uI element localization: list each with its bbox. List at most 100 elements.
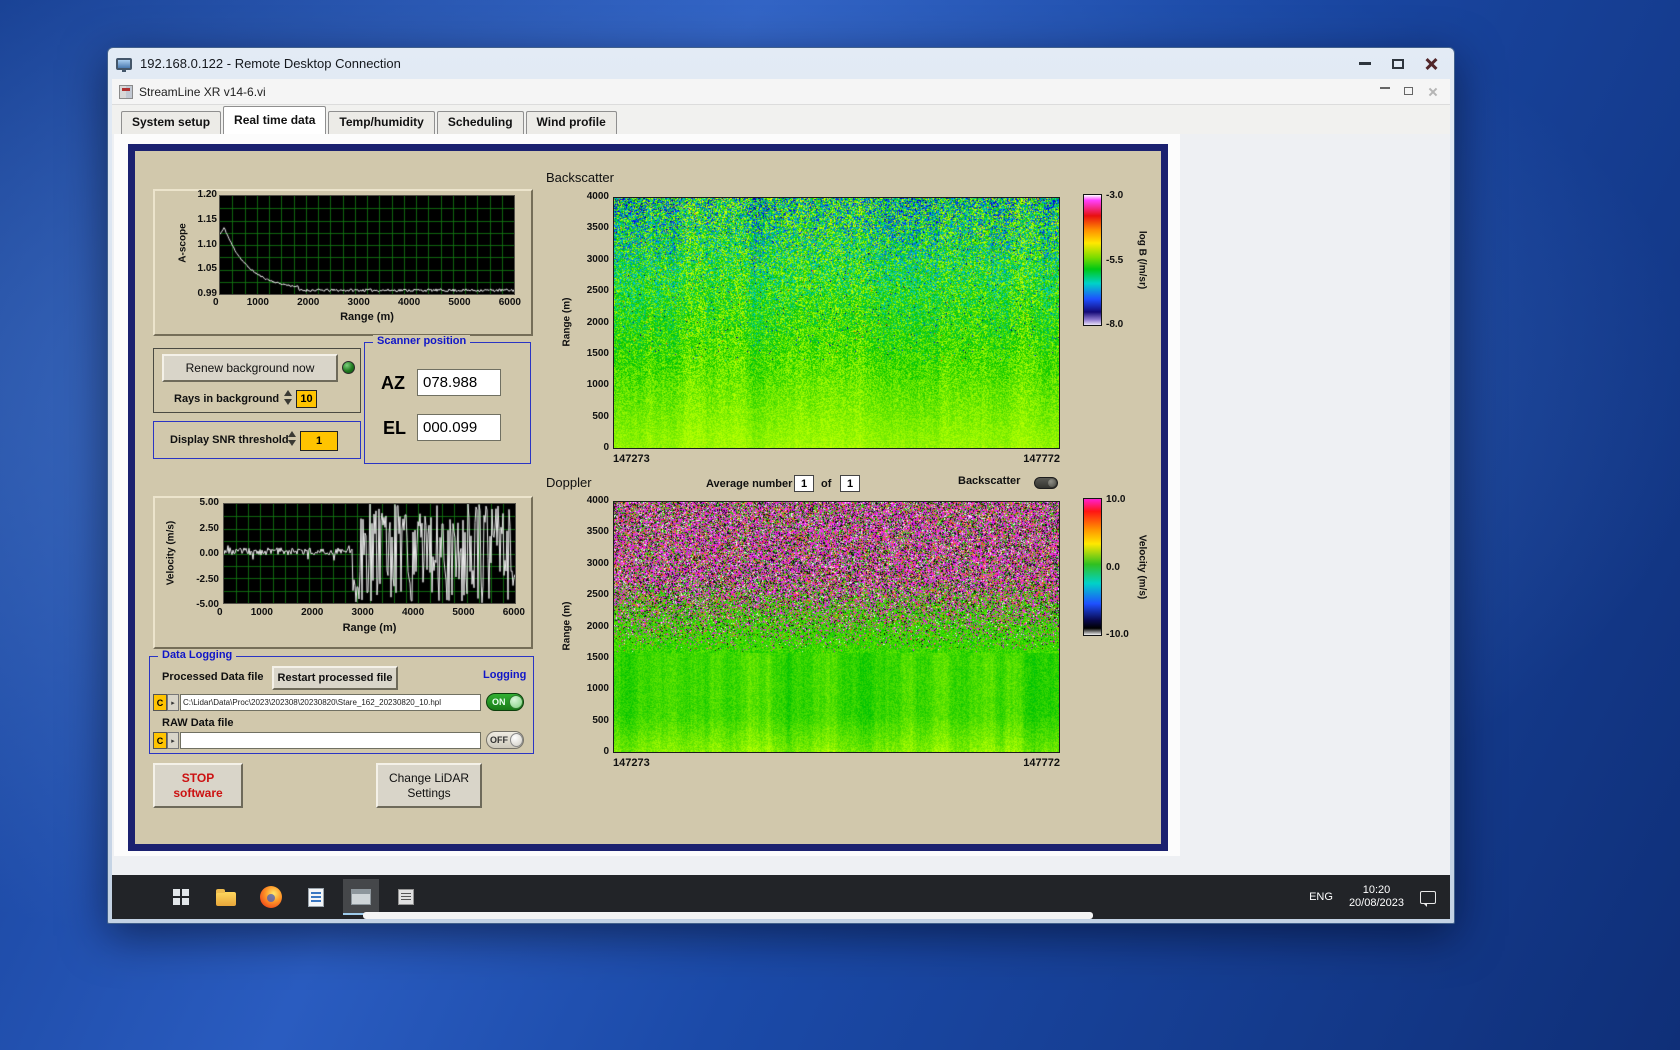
tab-temp-humidity[interactable]: Temp/humidity xyxy=(328,111,435,134)
tick-label: -5.00 xyxy=(196,599,219,610)
tick-label: 3000 xyxy=(351,607,374,618)
maximize-icon xyxy=(1392,58,1404,69)
average-number-label: Average number xyxy=(706,478,793,490)
renew-background-button[interactable]: Renew background now xyxy=(162,354,338,382)
processed-browse-button[interactable]: ▸ xyxy=(167,694,179,711)
scan-app-icon xyxy=(398,889,414,905)
backscatter-y-ticks: 4000 3500 3000 2500 2000 1500 1000 500 0 xyxy=(573,191,609,453)
tab-wind-profile[interactable]: Wind profile xyxy=(525,111,617,134)
ascope-x-axis-label: Range (m) xyxy=(340,311,394,323)
rays-spinner[interactable] xyxy=(284,390,293,405)
clock-time: 10:20 xyxy=(1362,884,1391,896)
logging-label: Logging xyxy=(483,669,527,681)
taskbar-item-streamline[interactable] xyxy=(343,879,379,915)
app-titlebar[interactable]: StreamLine XR v14-6.vi xyxy=(112,79,1450,105)
raw-path-field[interactable] xyxy=(180,732,481,749)
average-number-field[interactable]: 1 xyxy=(794,475,814,492)
tick-label: -10.0 xyxy=(1106,629,1129,640)
snr-value-field[interactable]: 1 xyxy=(300,431,338,451)
tick-label: 1000 xyxy=(586,379,609,391)
el-value-field[interactable]: 000.099 xyxy=(417,414,501,441)
tick-label: 3000 xyxy=(586,557,609,569)
tick-label: 0 xyxy=(603,746,609,757)
processed-drive-box[interactable]: C xyxy=(153,694,167,711)
taskbar-item-file-explorer[interactable] xyxy=(208,879,244,915)
backscatter-display-toggle[interactable] xyxy=(1034,477,1058,489)
tab-system-setup[interactable]: System setup xyxy=(121,111,222,134)
change-lidar-settings-button[interactable]: Change LiDAR Settings xyxy=(376,763,482,808)
velocity-plot-group: Velocity (m/s) 5.00 2.50 0.00 -2.50 -5.0… xyxy=(153,496,533,649)
tick-label: 5000 xyxy=(448,297,471,308)
change-line2: Settings xyxy=(407,785,451,800)
app-close-button[interactable] xyxy=(1427,87,1437,97)
data-logging-title: Data Logging xyxy=(158,649,237,661)
velocity-y-ticks: 5.00 2.50 0.00 -2.50 -5.00 xyxy=(179,497,219,610)
backscatter-colorbar-label: log B (/m/sr) xyxy=(1136,230,1148,290)
rdp-titlebar[interactable]: 192.168.0.122 - Remote Desktop Connectio… xyxy=(108,48,1454,79)
az-value-field[interactable]: 078.988 xyxy=(417,369,501,396)
tick-label: 1500 xyxy=(586,347,609,359)
tick-label: 1000 xyxy=(246,297,269,308)
of-label: of xyxy=(821,478,832,490)
decrement-icon[interactable] xyxy=(284,399,292,405)
taskbar-item-firefox[interactable] xyxy=(253,879,289,915)
taskbar-item-editor[interactable] xyxy=(298,879,334,915)
stop-software-button[interactable]: STOP software xyxy=(153,763,243,808)
tick-label: 2000 xyxy=(586,316,609,328)
notification-icon[interactable] xyxy=(1420,890,1436,907)
ascope-trace-canvas xyxy=(220,196,514,294)
app-window-icon xyxy=(351,889,371,905)
tick-label: -3.0 xyxy=(1106,190,1124,201)
rays-value-field[interactable]: 10 xyxy=(296,390,317,408)
stop-line2: software xyxy=(173,785,223,800)
rdp-minimize-button[interactable] xyxy=(1350,54,1380,74)
app-restore-button[interactable] xyxy=(1404,86,1413,97)
snr-spinner[interactable] xyxy=(288,431,297,446)
restart-processed-file-button[interactable]: Restart processed file xyxy=(272,666,398,690)
velocity-plot-area xyxy=(223,503,516,604)
desktop-background: 192.168.0.122 - Remote Desktop Connectio… xyxy=(0,0,1680,1050)
tick-label: 147273 xyxy=(613,453,650,465)
horizontal-scrollbar-thumb[interactable] xyxy=(363,912,1093,919)
windows-logo-icon xyxy=(173,889,189,905)
scanner-position-title: Scanner position xyxy=(373,335,471,347)
document-icon xyxy=(308,887,324,907)
tick-label: 3500 xyxy=(586,526,609,538)
tab-real-time-data[interactable]: Real time data xyxy=(223,106,327,134)
tab-bar: System setup Real time data Temp/humidit… xyxy=(112,105,1450,134)
average-count-field[interactable]: 1 xyxy=(840,475,860,492)
raw-browse-button[interactable]: ▸ xyxy=(167,732,179,749)
tab-scheduling[interactable]: Scheduling xyxy=(436,111,524,134)
increment-icon[interactable] xyxy=(284,390,292,396)
velocity-trace-canvas xyxy=(224,504,515,603)
tick-label: 147772 xyxy=(1023,757,1060,769)
on-label: ON xyxy=(492,697,506,707)
tick-label: 5000 xyxy=(452,607,475,618)
snr-threshold-label: Display SNR threshold xyxy=(170,434,289,446)
rdp-close-button[interactable] xyxy=(1416,54,1446,74)
rdp-maximize-button[interactable] xyxy=(1383,54,1413,74)
app-minimize-button[interactable] xyxy=(1380,86,1390,97)
taskbar-clock[interactable]: 10:20 20/08/2023 xyxy=(1349,884,1404,910)
data-logging-box: Data Logging Processed Data file Restart… xyxy=(149,649,534,754)
scanner-position-box: Scanner position AZ 078.988 EL 000.099 xyxy=(364,335,531,464)
doppler-x-ticks: 147273 147772 xyxy=(613,757,1060,769)
taskbar-item-scan[interactable] xyxy=(388,879,424,915)
raw-drive-box[interactable]: C xyxy=(153,732,167,749)
processed-data-file-label: Processed Data file xyxy=(162,671,264,683)
backscatter-colorbar-ticks: -3.0 -5.5 -8.0 xyxy=(1106,190,1123,330)
processed-path-field[interactable]: C:\Lidar\Data\Proc\2023\202308\20230820\… xyxy=(180,694,481,711)
decrement-icon[interactable] xyxy=(288,440,296,446)
increment-icon[interactable] xyxy=(288,431,296,437)
language-indicator[interactable]: ENG xyxy=(1309,891,1333,903)
minimize-icon xyxy=(1380,86,1390,89)
processed-logging-toggle[interactable]: ON xyxy=(486,693,524,711)
stop-line1: STOP xyxy=(181,770,215,785)
doppler-colorbar-label: Velocity (m/s) xyxy=(1136,534,1148,600)
tick-label: 6000 xyxy=(498,297,521,308)
start-button[interactable] xyxy=(163,879,199,915)
raw-logging-toggle[interactable]: OFF xyxy=(486,731,524,749)
tick-label: 0 xyxy=(603,442,609,453)
backscatter-x-ticks: 147273 147772 xyxy=(613,453,1060,465)
tick-label: -8.0 xyxy=(1106,319,1124,330)
